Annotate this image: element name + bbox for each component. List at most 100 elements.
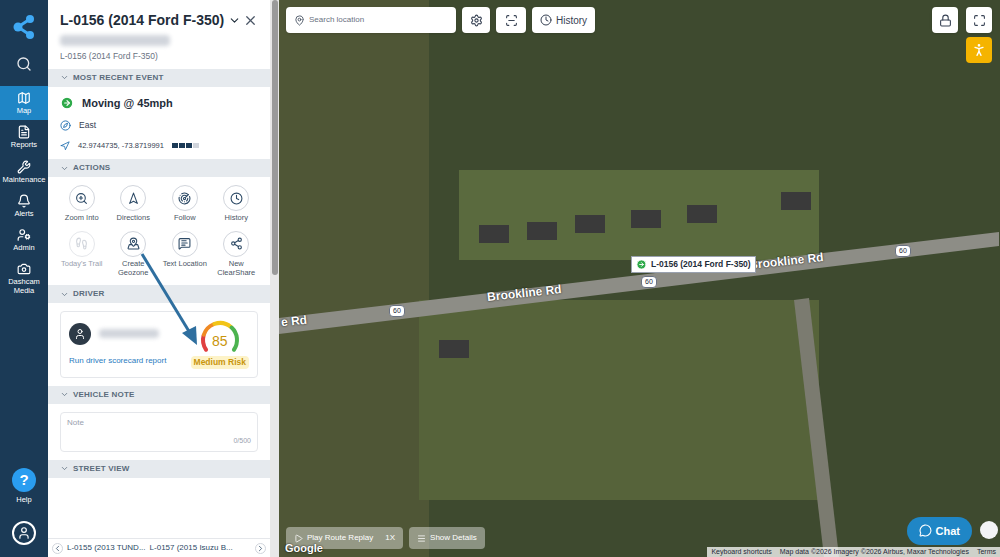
- pin-icon: [294, 15, 305, 26]
- chat-icon: [919, 524, 932, 537]
- chat-button[interactable]: Chat: [907, 517, 972, 546]
- road-label: e Rd: [280, 311, 308, 332]
- route-shield: 60: [895, 245, 911, 257]
- action-icon: [230, 192, 243, 205]
- annotation-arrow-icon: [0, 0, 1000, 557]
- nav-item[interactable]: Alerts: [0, 189, 48, 223]
- action-button[interactable]: Create Geozone: [108, 231, 160, 277]
- google-logo: Google: [285, 540, 323, 557]
- scan-icon: [505, 14, 518, 27]
- marker-icon: [636, 259, 647, 270]
- dropdown-icon[interactable]: [228, 14, 241, 27]
- clock-icon: [540, 14, 552, 26]
- driver-section-header[interactable]: DRIVER: [48, 285, 270, 303]
- action-icon: [178, 237, 191, 250]
- scorecard-link[interactable]: Run driver scorecard report: [69, 355, 191, 367]
- event-section-header[interactable]: MOST RECENT EVENT: [48, 69, 270, 87]
- nav-item[interactable]: Dashcam Media: [0, 257, 48, 300]
- route-shield: 60: [389, 305, 405, 317]
- fullscreen-button[interactable]: [966, 7, 992, 33]
- collapse-icon: [60, 390, 69, 399]
- collapse-icon: [60, 73, 69, 82]
- vehicle-pager: L-0155 (2013 TUND... L-0157 (2015 Isuzu B…: [48, 538, 270, 557]
- event-status: Moving @ 45mph: [82, 95, 173, 112]
- nav-item-icon: [17, 160, 31, 174]
- action-icon: [230, 237, 243, 250]
- vehicle-panel: L-0156 (2014 Ford F-350) L-0156 (2014 For…: [48, 0, 270, 557]
- nav-item-icon: [17, 91, 31, 105]
- logo-icon-svg: [12, 14, 36, 40]
- collapse-icon: [60, 464, 69, 473]
- nav-item-icon: [17, 262, 31, 276]
- gear-icon: [470, 14, 483, 27]
- panel-header: L-0156 (2014 Ford F-350) L-0156 (2014 For…: [48, 0, 270, 69]
- scan-button[interactable]: [496, 7, 526, 33]
- route-shield: 60: [641, 276, 657, 288]
- collapse-icon: [60, 164, 69, 173]
- lock-button[interactable]: [932, 7, 958, 33]
- nav-item[interactable]: Maintenance: [0, 155, 48, 189]
- blurred-driver-name: [99, 329, 159, 338]
- note-section-header[interactable]: VEHICLE NOTE: [48, 386, 270, 404]
- signal-meter: [172, 143, 199, 148]
- map-imagery-icon: [279, 0, 999, 557]
- action-button[interactable]: Zoom Into: [56, 185, 108, 223]
- moving-icon: [60, 96, 74, 110]
- event-body: Moving @ 45mphEast42.9744735, -73.871999…: [48, 87, 270, 160]
- chat-close-icon[interactable]: [980, 521, 998, 539]
- map[interactable]: e RdBrookline RdBrookline Rd606060L-0156…: [279, 0, 1000, 557]
- app: MapReportsMaintenanceAlertsAdminDashcam …: [0, 0, 1000, 557]
- pegman-icon: [971, 42, 987, 58]
- location-icon: [60, 141, 70, 151]
- vehicle-subtitle: L-0156 (2014 Ford F-350): [60, 50, 258, 63]
- play-icon: [294, 534, 303, 543]
- note-field[interactable]: Note0/500: [60, 412, 258, 452]
- action-icon: [127, 237, 140, 250]
- nav-item[interactable]: Admin: [0, 223, 48, 257]
- action-button[interactable]: Today's Trail: [56, 231, 108, 277]
- vehicle-title: L-0156 (2014 Ford F-350): [60, 10, 224, 31]
- blurred-driver: [60, 35, 170, 46]
- actions-section-header[interactable]: ACTIONS: [48, 159, 270, 177]
- nav-item-icon: [17, 228, 31, 242]
- logo-icon[interactable]: [11, 14, 37, 40]
- action-button[interactable]: New ClearShare: [211, 231, 263, 277]
- nav-rail: MapReportsMaintenanceAlertsAdminDashcam …: [0, 0, 48, 557]
- location-search[interactable]: Search location: [286, 7, 456, 33]
- driver-card: Run driver scorecard report85Medium Risk: [60, 311, 258, 378]
- map-attribution: Keyboard shortcutsMap data ©2026 Imagery…: [707, 547, 1000, 557]
- settings-button[interactable]: [462, 7, 490, 33]
- action-button[interactable]: History: [211, 185, 263, 223]
- prev-vehicle[interactable]: L-0155 (2013 TUND...: [67, 542, 146, 554]
- action-button[interactable]: Directions: [108, 185, 160, 223]
- help-icon: ?: [12, 468, 36, 492]
- panel-scrollbar[interactable]: [270, 0, 279, 557]
- action-icon: [127, 192, 140, 205]
- user-button[interactable]: [12, 521, 36, 545]
- prev-icon[interactable]: [52, 543, 63, 554]
- action-button[interactable]: Follow: [159, 185, 211, 223]
- nav-item[interactable]: Map: [0, 86, 48, 120]
- action-icon: [75, 192, 88, 205]
- next-icon[interactable]: [255, 543, 266, 554]
- action-button[interactable]: Text Location: [159, 231, 211, 277]
- help-button[interactable]: ?Help: [12, 468, 36, 505]
- fullscreen-icon: [973, 14, 986, 27]
- user-icon: [17, 526, 31, 540]
- close-icon[interactable]: [243, 13, 258, 28]
- details-button[interactable]: Show Details: [409, 527, 485, 549]
- vehicle-marker[interactable]: L-0156 (2014 Ford F-350): [631, 256, 756, 273]
- lock-icon: [939, 14, 952, 27]
- history-button[interactable]: History: [532, 7, 595, 33]
- collapse-icon: [60, 290, 69, 299]
- pegman-button[interactable]: [966, 37, 992, 63]
- search-icon[interactable]: [16, 56, 32, 72]
- map-toolbar: Search location History: [286, 7, 595, 33]
- street-view-section-header[interactable]: STREET VIEW: [48, 460, 270, 478]
- next-vehicle[interactable]: L-0157 (2015 Isuzu B...: [150, 542, 233, 554]
- score-gauge: 85: [198, 320, 242, 356]
- nav-item[interactable]: Reports: [0, 120, 48, 154]
- actions-grid: Zoom IntoDirectionsFollowHistory Today's …: [48, 177, 270, 285]
- menu-icon: [417, 534, 426, 543]
- compass-icon: [60, 120, 71, 131]
